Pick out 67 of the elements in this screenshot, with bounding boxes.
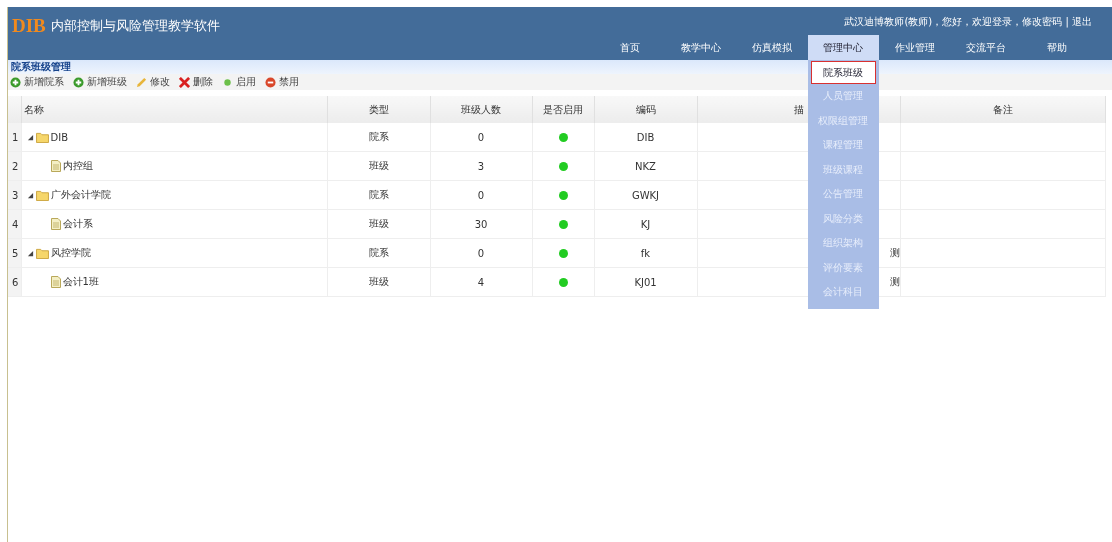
file-icon bbox=[50, 160, 61, 172]
table-cell: 测 bbox=[889, 276, 900, 287]
nav-tab[interactable]: 仿真模拟 bbox=[736, 35, 808, 60]
table-cell: 3 bbox=[477, 160, 485, 172]
toolbar-button[interactable]: 禁用 bbox=[265, 75, 299, 89]
nav-tab[interactable]: 交流平台 bbox=[950, 35, 1022, 60]
name-text: 风控学院 bbox=[50, 246, 91, 260]
row-number: 2 bbox=[8, 151, 21, 181]
table-cell: 院系 bbox=[368, 189, 389, 200]
app-title: 内部控制与风险管理教学软件 bbox=[50, 17, 220, 35]
column-header: 备注 bbox=[900, 96, 1106, 123]
name-text: 会计1班 bbox=[62, 275, 99, 289]
menu-item[interactable]: 院系班级 bbox=[810, 61, 876, 84]
table-cell: 0 bbox=[477, 247, 485, 259]
nav-tab[interactable]: 管理中心 bbox=[807, 35, 880, 60]
nav-tab[interactable]: 教学中心 bbox=[665, 35, 737, 60]
table-cell: 30 bbox=[474, 218, 488, 230]
expand-icon[interactable] bbox=[26, 133, 34, 141]
pencil-icon bbox=[136, 76, 147, 88]
toolbar-button[interactable]: 删除 bbox=[179, 75, 213, 89]
column-header: 编码 bbox=[594, 96, 697, 123]
table-cell: fk bbox=[640, 247, 651, 259]
file-icon bbox=[50, 218, 61, 230]
name-text: 会计系 bbox=[62, 217, 93, 231]
table-cell: 测 bbox=[889, 247, 900, 258]
column-header: 是否启用 bbox=[532, 96, 594, 123]
toolbar-button[interactable]: 修改 bbox=[136, 75, 170, 89]
folder-icon bbox=[35, 131, 49, 143]
panel-title: 院系班级管理 bbox=[11, 60, 71, 74]
row-number: 4 bbox=[8, 209, 21, 239]
table-cell: 班级 bbox=[368, 276, 389, 287]
row-number: 1 bbox=[8, 123, 21, 152]
table-cell: KJ01 bbox=[634, 276, 657, 288]
delete-icon bbox=[179, 76, 190, 88]
table-cell: DIB bbox=[636, 131, 655, 143]
table-cell: GWKJ bbox=[631, 189, 660, 201]
name-text: 内控组 bbox=[62, 159, 93, 173]
column-header: 名称 bbox=[21, 96, 327, 123]
table-cell: KJ bbox=[640, 218, 651, 230]
row-number: 5 bbox=[8, 238, 21, 268]
folder-icon bbox=[35, 189, 49, 201]
toolbar-button[interactable]: 启用 bbox=[222, 75, 256, 89]
expand-icon[interactable] bbox=[26, 191, 34, 199]
nav-tab[interactable]: 帮助 bbox=[1021, 35, 1093, 60]
nav-tab[interactable]: 作业管理 bbox=[879, 35, 951, 60]
table-cell: 4 bbox=[477, 276, 485, 288]
name-text: 广外会计学院 bbox=[50, 188, 111, 202]
name-text: DIB bbox=[50, 131, 68, 143]
table-cell: 0 bbox=[477, 189, 485, 201]
table-cell: 0 bbox=[477, 131, 485, 143]
row-number: 3 bbox=[8, 180, 21, 210]
file-icon bbox=[50, 276, 61, 288]
folder-icon bbox=[35, 247, 49, 259]
user-info: 武汉迪博教师(教师)，您好，欢迎登录，修改密码 | 退出 bbox=[844, 15, 1093, 27]
logo: DIB bbox=[12, 15, 46, 37]
table-cell: 院系 bbox=[368, 247, 389, 258]
row-number: 6 bbox=[8, 267, 21, 297]
expand-icon[interactable] bbox=[26, 249, 34, 257]
table-cell: 班级 bbox=[368, 160, 389, 171]
table-cell: 院系 bbox=[368, 131, 389, 142]
toolbar-button[interactable]: 新增班级 bbox=[73, 75, 127, 89]
column-header: 类型 bbox=[327, 96, 430, 123]
nav-tab[interactable]: 首页 bbox=[593, 35, 666, 60]
column-header: 班级人数 bbox=[430, 96, 532, 123]
table-cell: NKZ bbox=[635, 160, 656, 172]
toolbar-button[interactable]: 新增院系 bbox=[10, 75, 64, 89]
table-cell: 班级 bbox=[368, 218, 389, 229]
